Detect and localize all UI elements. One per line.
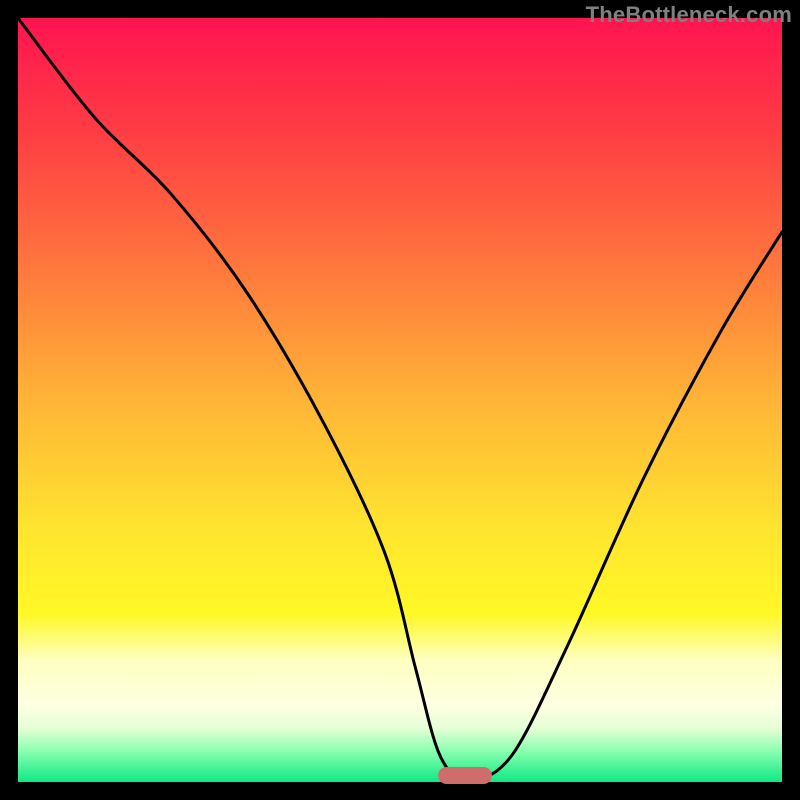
curve-path (18, 18, 782, 782)
watermark-text: TheBottleneck.com (586, 2, 792, 28)
bottleneck-curve (18, 18, 782, 782)
optimal-range-marker (438, 767, 491, 784)
chart-plot-area (18, 18, 782, 782)
